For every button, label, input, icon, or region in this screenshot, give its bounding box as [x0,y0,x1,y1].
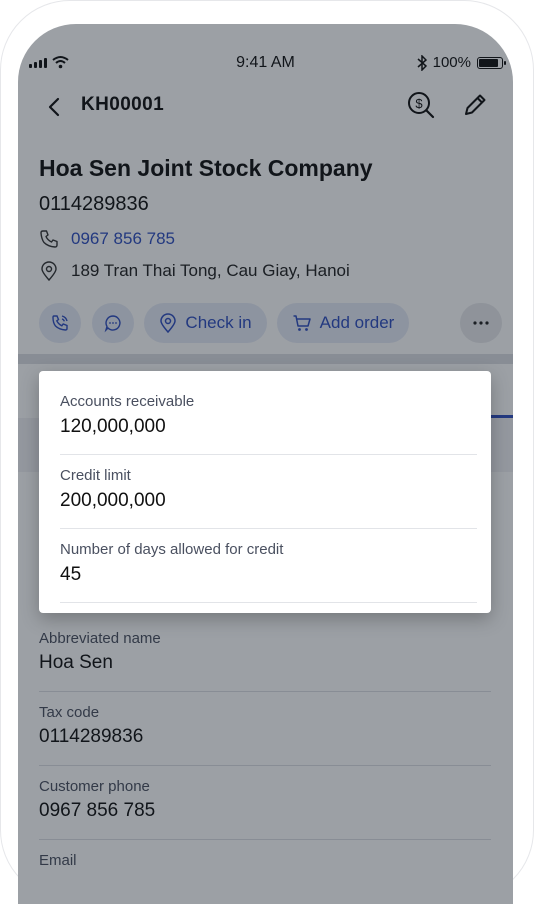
credit-limit-item: Credit limit 200,000,000 [60,467,477,512]
divider [60,454,477,455]
credit-info-popover: Accounts receivable 120,000,000 Credit l… [39,371,491,613]
divider [60,602,477,603]
divider [60,528,477,529]
credit-days-label: Number of days allowed for credit [60,541,284,558]
accounts-receivable-item: Accounts receivable 120,000,000 [60,393,477,438]
accounts-receivable-label: Accounts receivable [60,393,195,410]
credit-limit-value: 200,000,000 [60,490,166,511]
accounts-receivable-value: 120,000,000 [60,416,166,437]
credit-days-value: 45 [60,564,82,585]
credit-days-item: Number of days allowed for credit 45 [60,541,477,586]
credit-limit-label: Credit limit [60,467,131,484]
